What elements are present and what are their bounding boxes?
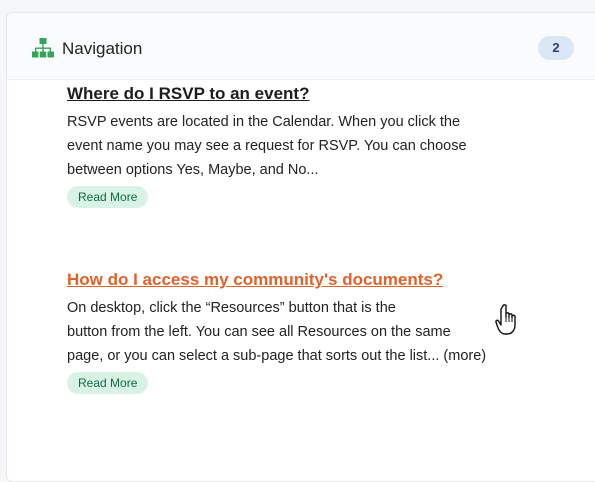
- card-header: Navigation 2: [7, 13, 595, 80]
- excerpt-line: between options Yes, Maybe, and No...: [67, 162, 319, 178]
- article-excerpt: RSVP events are located in the Calendar.…: [67, 110, 592, 182]
- excerpt-line: RSVP events are located in the Calendar.…: [67, 114, 461, 130]
- article-title-link[interactable]: Where do I RSVP to an event?: [67, 82, 592, 106]
- count-badge: 2: [538, 36, 574, 60]
- excerpt-line: event name you may see a request for RSV…: [67, 138, 467, 154]
- article-item: Where do I RSVP to an event? RSVP events…: [67, 82, 592, 208]
- hand-pointer-icon: [495, 304, 516, 335]
- article-title-link[interactable]: How do I access my community's documents…: [67, 268, 592, 292]
- section-title: Navigation: [62, 39, 143, 58]
- read-more-button[interactable]: Read More: [67, 186, 149, 208]
- read-more-button[interactable]: Read More: [67, 372, 149, 394]
- excerpt-line: page, or you can select a sub-page that …: [67, 348, 487, 364]
- sitemap-icon: [32, 38, 54, 58]
